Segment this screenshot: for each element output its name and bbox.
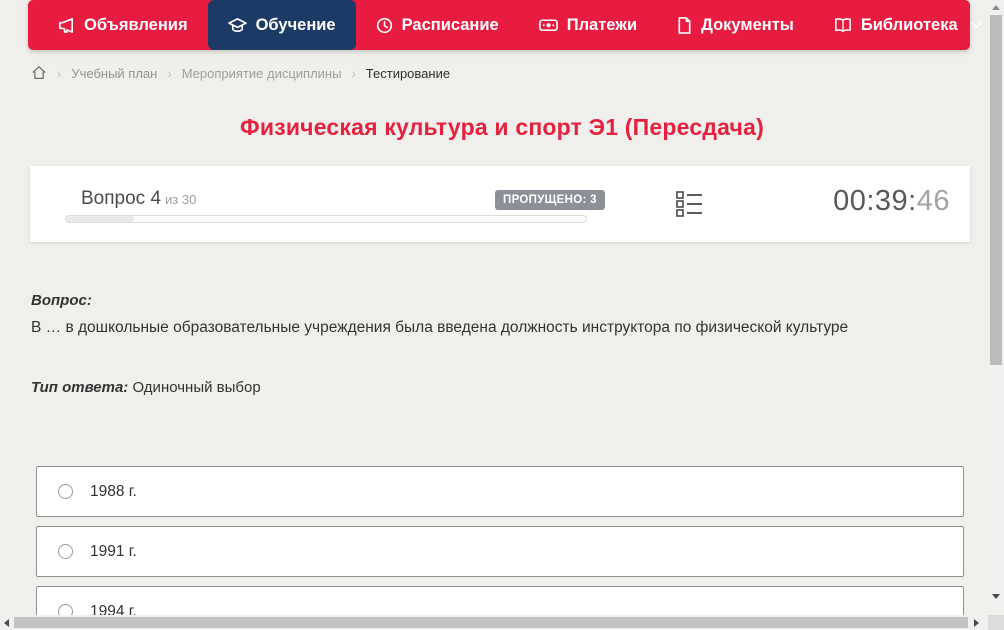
option-label: 1991 г. [90,542,137,560]
breadcrumb: › Учебный план › Мероприятие дисциплины … [31,62,450,84]
nav-item-learning[interactable]: Обучение [207,0,356,50]
timer: 00:39:46 [833,185,950,218]
answer-type-label: Тип ответа: [31,379,129,396]
nav-item-announcements[interactable]: Объявления [38,0,208,50]
question-text: В … в дошкольные образовательные учрежде… [31,319,849,336]
answer-type: Тип ответа: Одиночный выбор [31,379,261,396]
page-title: Физическая культура и спорт Э1 (Пересдач… [240,114,764,140]
horizontal-scrollbar[interactable] [0,615,988,630]
question-of-total: из 30 [165,192,197,207]
question-number-label: Вопрос 4 [81,188,162,209]
breadcrumb-separator: › [57,65,62,81]
radio-button[interactable] [58,544,73,559]
nav-item-documents[interactable]: Документы [657,0,814,50]
scrollbar-corner [988,615,1004,630]
option-label: 1988 г. [90,482,137,500]
breadcrumb-separator: › [167,65,172,81]
answer-option-1991[interactable]: 1991 г. [36,526,964,577]
breadcrumb-item-study-plan[interactable]: Учебный план [71,66,157,81]
question-list-icon [675,190,703,223]
nav-label: Библиотека [860,15,958,34]
megaphone-icon [58,17,75,34]
scroll-up-arrow[interactable] [988,0,1004,15]
nav-label: Обучение [255,15,336,34]
banknote-icon [538,17,558,33]
question-list-button[interactable] [674,190,704,223]
timer-minutes: 00:39: [833,185,917,217]
graduation-cap-icon [227,17,247,34]
clock-icon [376,17,393,34]
answer-option-1988[interactable]: 1988 г. [36,466,964,517]
nav-item-library[interactable]: Библиотека [814,0,1002,50]
nav-item-payments[interactable]: Платежи [519,0,657,50]
breadcrumb-separator: › [351,65,356,81]
scroll-right-arrow[interactable] [970,615,983,630]
document-icon [677,16,692,34]
open-book-icon [834,17,852,33]
nav-label: Платежи [566,15,638,34]
breadcrumb-item-testing: Тестирование [365,65,451,81]
skipped-badge: ПРОПУЩЕНО: 3 [495,190,605,210]
horizontal-scroll-thumb[interactable] [14,617,968,628]
timer-seconds: 46 [916,185,950,217]
nav-item-schedule[interactable]: Расписание [356,0,519,50]
nav-label: Расписание [401,15,499,34]
breadcrumb-item-discipline-event[interactable]: Мероприятие дисциплины [182,66,342,81]
question-number: Вопрос 4 из 30 [81,188,196,210]
chevron-down-icon [971,21,982,29]
nav-label: Документы [701,15,794,34]
progress-bar [65,215,587,223]
main-navbar: Объявления Обучение Расписание Платежи Д… [28,0,982,50]
nav-label: Объявления [84,15,188,34]
radio-button[interactable] [58,484,73,499]
vertical-scroll-thumb[interactable] [990,15,1002,365]
answer-type-value: Одиночный выбор [132,379,261,396]
scroll-left-arrow[interactable] [0,615,13,630]
home-icon[interactable] [31,65,47,81]
question-header-card: Вопрос 4 из 30 ПРОПУЩЕНО: 3 00:39:46 [30,166,970,242]
vertical-scrollbar[interactable] [988,0,1004,612]
progress-fill [66,216,134,222]
question-label: Вопрос: [31,292,92,309]
scroll-down-arrow[interactable] [988,589,1004,604]
